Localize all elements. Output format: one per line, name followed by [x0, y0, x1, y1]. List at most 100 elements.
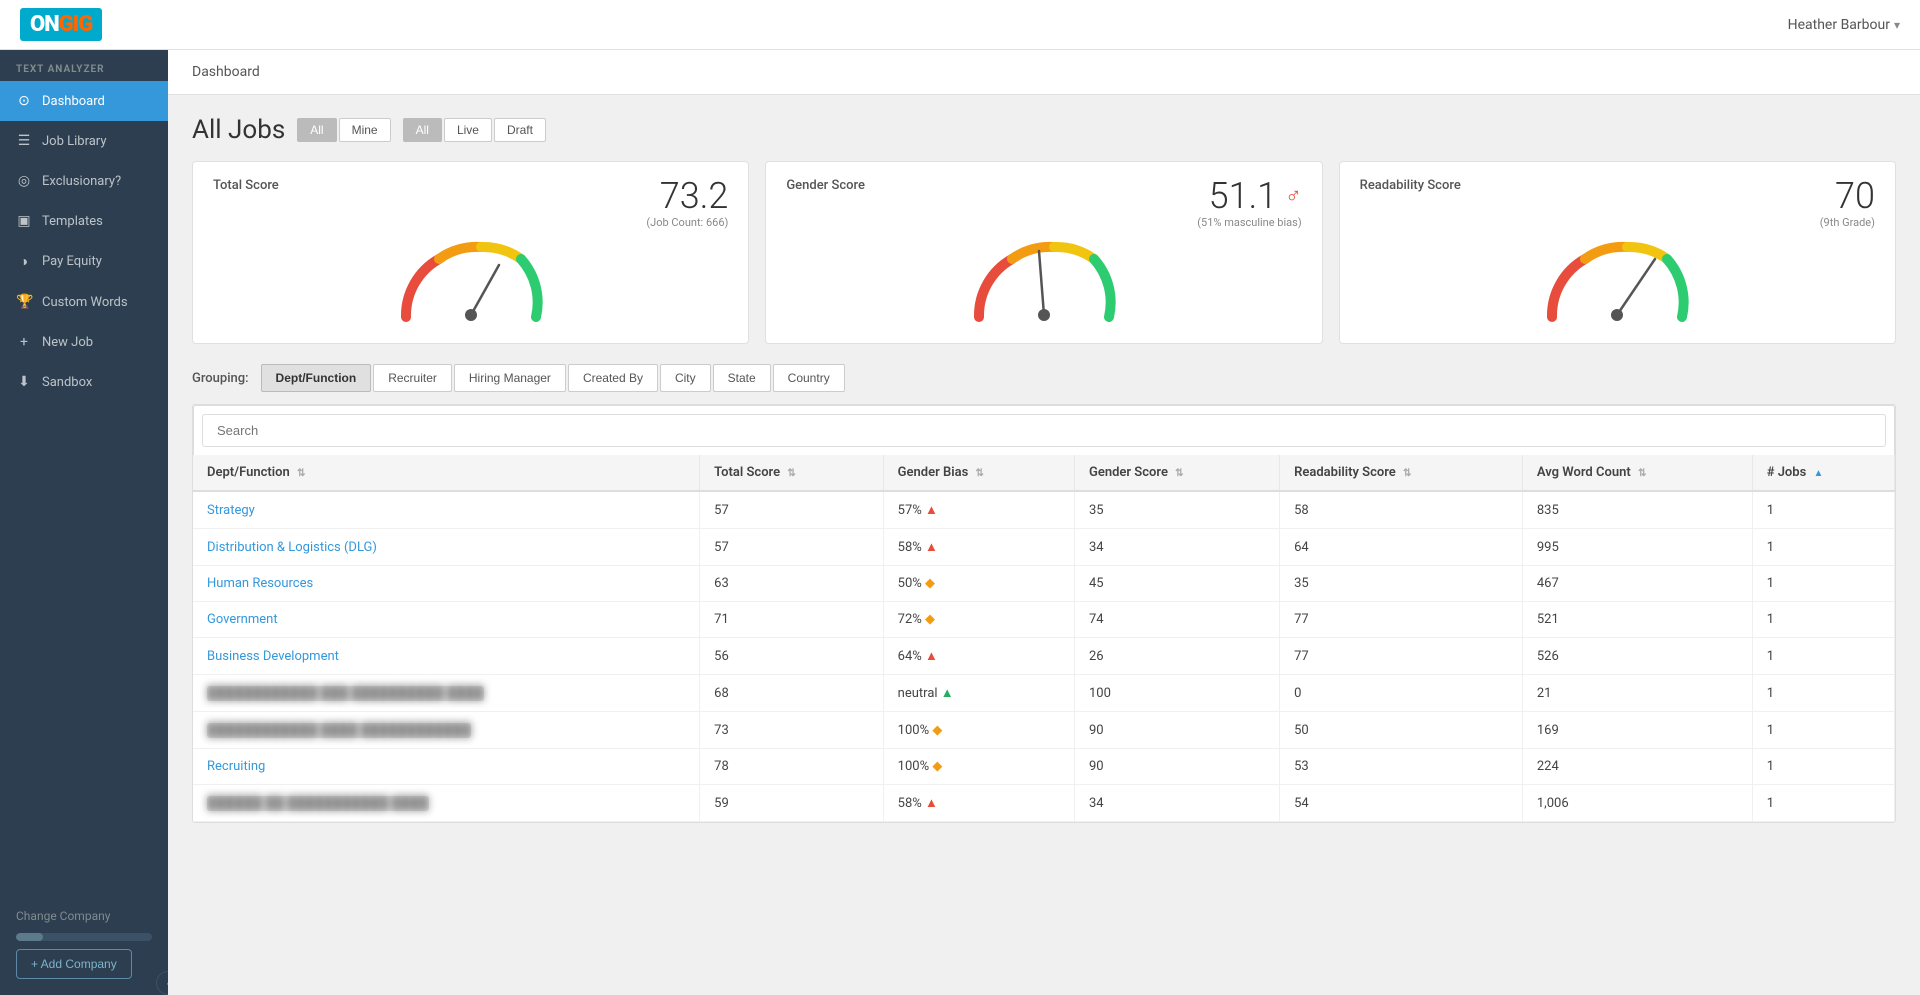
- sidebar-item-dashboard[interactable]: ⊙ Dashboard: [0, 81, 168, 121]
- grouping-tab-created-by[interactable]: Created By: [568, 364, 658, 392]
- dept-link[interactable]: Recruiting: [207, 759, 265, 774]
- gender-yellow-icon: ◆: [925, 576, 935, 591]
- filter-draft-button[interactable]: Draft: [494, 118, 546, 142]
- cell-readability-score: 64: [1280, 529, 1523, 566]
- gender-score-title: Gender Score: [786, 178, 865, 193]
- table-row: Recruiting78100% ◆90532241: [193, 749, 1895, 785]
- cell-gender-score: 90: [1074, 749, 1279, 785]
- readability-score-title: Readability Score: [1360, 178, 1461, 193]
- table-row: Strategy5757% ▲35588351: [193, 491, 1895, 529]
- table-row: Business Development5664% ▲26775261: [193, 638, 1895, 675]
- dept-link[interactable]: Business Development: [207, 649, 339, 664]
- total-score-value: 73.2: [660, 178, 729, 214]
- sidebar-item-exclusionary[interactable]: ◎ Exclusionary?: [0, 161, 168, 201]
- cell-readability-score: 58: [1280, 491, 1523, 529]
- gender-score-right: 51.1 ♂ (51% masculine bias): [1197, 178, 1301, 229]
- gender-up-icon: ▲: [925, 503, 938, 518]
- filter-mine-button[interactable]: Mine: [339, 118, 391, 142]
- cell-readability-score: 77: [1280, 602, 1523, 638]
- filter-all-status-button[interactable]: All: [403, 118, 442, 142]
- cell-readability-score: 0: [1280, 675, 1523, 712]
- sidebar-item-job-library[interactable]: ☰ Job Library: [0, 121, 168, 161]
- user-menu[interactable]: Heather Barbour: [1788, 17, 1900, 33]
- cell-readability-score: 50: [1280, 712, 1523, 749]
- sidebar-item-label: Exclusionary?: [42, 174, 121, 189]
- cell-gender-bias: 72% ◆: [883, 602, 1074, 638]
- col-gender-bias[interactable]: Gender Bias ⇅: [883, 455, 1074, 491]
- cell-dept: ██████ ██ ███████████ ████: [193, 785, 700, 822]
- cell-total-score: 59: [700, 785, 884, 822]
- dept-blurred: ████████████ ███ ██████████ ████: [207, 686, 484, 701]
- dept-blurred: ████████████ ████ ████████████: [207, 723, 471, 738]
- logo: ONGIG: [20, 8, 102, 41]
- cell-dept: Business Development: [193, 638, 700, 675]
- all-jobs-title: All Jobs: [192, 115, 285, 145]
- cell-total-score: 56: [700, 638, 884, 675]
- total-score-right: 73.2 (Job Count: 666): [646, 178, 728, 229]
- cell-num-jobs: 1: [1752, 785, 1894, 822]
- dept-link[interactable]: Distribution & Logistics (DLG): [207, 540, 377, 555]
- cell-total-score: 57: [700, 491, 884, 529]
- dept-link[interactable]: Human Resources: [207, 576, 313, 591]
- sidebar-item-new-job[interactable]: + New Job: [0, 322, 168, 362]
- filter-live-button[interactable]: Live: [444, 118, 492, 142]
- col-readability-score[interactable]: Readability Score ⇅: [1280, 455, 1523, 491]
- cell-avg-word-count: 467: [1522, 566, 1752, 602]
- col-total-score[interactable]: Total Score ⇅: [700, 455, 884, 491]
- cell-dept: Recruiting: [193, 749, 700, 785]
- filter-group-2: All Live Draft: [403, 118, 546, 142]
- total-score-title: Total Score: [213, 178, 279, 193]
- table-header-row: Dept/Function ⇅ Total Score ⇅ Gender Bia…: [193, 455, 1895, 491]
- cell-gender-score: 74: [1074, 602, 1279, 638]
- dept-link[interactable]: Government: [207, 612, 278, 627]
- company-bar-fill: [16, 933, 43, 941]
- page-header: Dashboard: [168, 50, 1920, 95]
- cell-readability-score: 35: [1280, 566, 1523, 602]
- add-company-button[interactable]: + Add Company: [16, 949, 132, 979]
- cell-avg-word-count: 995: [1522, 529, 1752, 566]
- grouping-tab-dept[interactable]: Dept/Function: [261, 364, 372, 392]
- cell-avg-word-count: 835: [1522, 491, 1752, 529]
- gender-yellow-icon: ◆: [932, 723, 942, 738]
- sidebar-item-pay-equity[interactable]: ◑ Pay Equity: [0, 241, 168, 282]
- gender-neutral-icon: ▲: [941, 686, 954, 701]
- gender-score-sub: (51% masculine bias): [1197, 216, 1301, 229]
- grouping-tab-state[interactable]: State: [713, 364, 771, 392]
- cell-num-jobs: 1: [1752, 566, 1894, 602]
- gender-score-value: 51.1: [1209, 178, 1278, 214]
- gender-yellow-icon: ◆: [932, 759, 942, 774]
- gender-score-card: Gender Score 51.1 ♂ (51% masculine bias): [765, 161, 1322, 344]
- cell-avg-word-count: 526: [1522, 638, 1752, 675]
- col-gender-score[interactable]: Gender Score ⇅: [1074, 455, 1279, 491]
- filter-all-button[interactable]: All: [297, 118, 336, 142]
- cell-avg-word-count: 21: [1522, 675, 1752, 712]
- total-score-gauge: [391, 237, 551, 327]
- grouping-tab-country[interactable]: Country: [773, 364, 845, 392]
- sidebar-item-label: Dashboard: [42, 94, 105, 109]
- filter-group-1: All Mine: [297, 118, 390, 142]
- cell-num-jobs: 1: [1752, 712, 1894, 749]
- total-score-card: Total Score 73.2 (Job Count: 666): [192, 161, 749, 344]
- cell-total-score: 68: [700, 675, 884, 712]
- dept-link[interactable]: Strategy: [207, 503, 255, 518]
- cell-gender-score: 90: [1074, 712, 1279, 749]
- grouping-tab-hiring-manager[interactable]: Hiring Manager: [454, 364, 566, 392]
- content-area: Dashboard All Jobs All Mine All Live Dra…: [168, 50, 1920, 995]
- sidebar-item-sandbox[interactable]: ⬇ Sandbox: [0, 362, 168, 402]
- col-avg-word-count[interactable]: Avg Word Count ⇅: [1522, 455, 1752, 491]
- col-num-jobs[interactable]: # Jobs ▲: [1752, 455, 1894, 491]
- cell-num-jobs: 1: [1752, 749, 1894, 785]
- all-jobs-header: All Jobs All Mine All Live Draft: [192, 115, 1896, 145]
- col-dept[interactable]: Dept/Function ⇅: [193, 455, 700, 491]
- grouping-label: Grouping:: [192, 371, 249, 386]
- sidebar-item-label: Templates: [42, 214, 103, 229]
- search-input[interactable]: [202, 414, 1886, 447]
- gender-score-gauge: [964, 237, 1124, 327]
- grouping-tab-recruiter[interactable]: Recruiter: [373, 364, 452, 392]
- sidebar-item-custom-words[interactable]: 🏆 Custom Words: [0, 282, 168, 322]
- cell-total-score: 73: [700, 712, 884, 749]
- data-table: Dept/Function ⇅ Total Score ⇅ Gender Bia…: [193, 455, 1895, 822]
- sidebar-item-templates[interactable]: ▣ Templates: [0, 201, 168, 241]
- grouping-tab-city[interactable]: City: [660, 364, 711, 392]
- sidebar-item-label: New Job: [42, 335, 93, 350]
